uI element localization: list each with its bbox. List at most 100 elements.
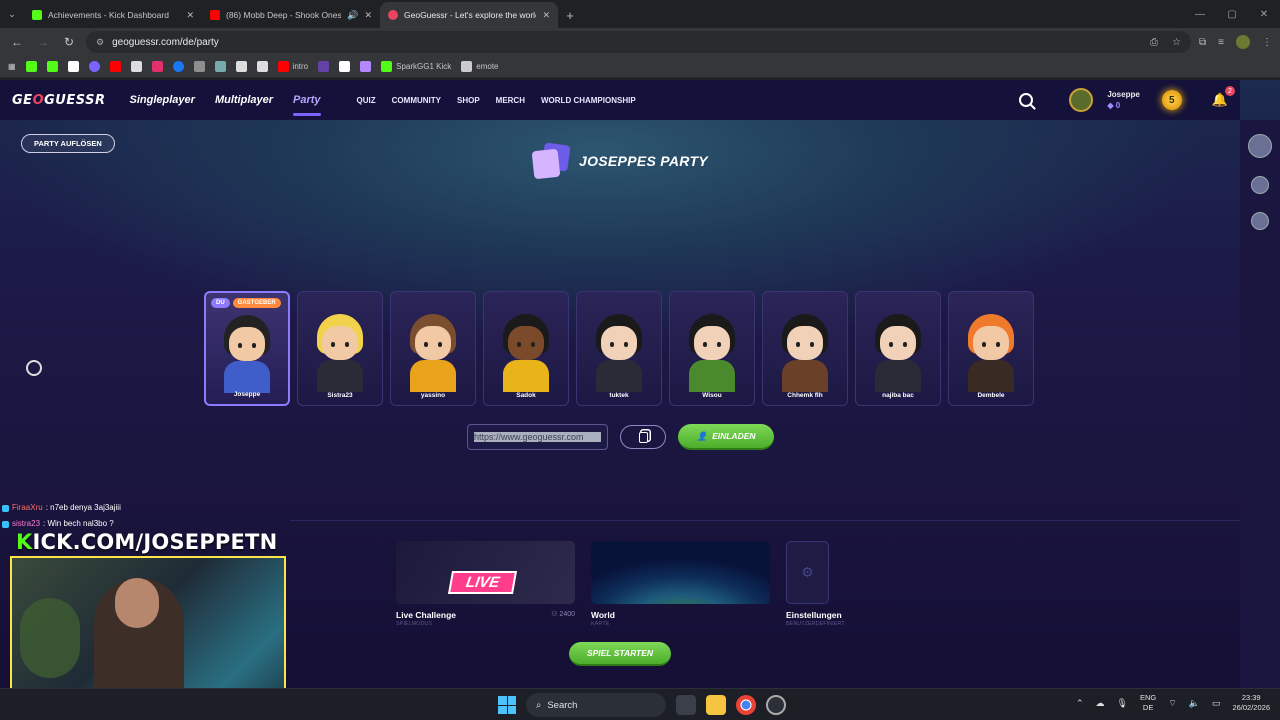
search-icon[interactable]: [1019, 93, 1034, 107]
game-mode-card[interactable]: LIVE Live Challenge ⚇ 2400 SPIELMODUS: [396, 541, 575, 627]
level-badge[interactable]: 5: [1161, 90, 1182, 110]
maximize-icon[interactable]: ▢: [1216, 0, 1248, 28]
nav-merch[interactable]: MERCH: [496, 96, 525, 105]
geoguessr-logo[interactable]: GEOGUESSR: [12, 93, 106, 108]
task-view-icon[interactable]: [676, 695, 696, 715]
bookmark-sparkgg1-kick[interactable]: SparkGG1 Kick: [381, 61, 451, 72]
tray-chevron-icon[interactable]: ⌃: [1076, 698, 1084, 709]
map-card[interactable]: World KARTE: [591, 541, 770, 627]
nav-singleplayer[interactable]: Singleplayer: [130, 94, 195, 106]
bookmark-item[interactable]: [256, 61, 268, 72]
browser-menu-icon[interactable]: ⋮: [1262, 37, 1272, 48]
nav-community[interactable]: COMMUNITY: [392, 96, 441, 105]
windows-start-icon[interactable]: [498, 696, 516, 714]
wifi-icon[interactable]: ⌔: [1168, 698, 1176, 709]
tab-youtube[interactable]: (86) Mobb Deep - Shook Ones 🔊 ✕: [202, 2, 380, 28]
nav-shop[interactable]: SHOP: [457, 96, 480, 105]
taskbar-search[interactable]: ⌕ Search: [526, 693, 666, 717]
url-field[interactable]: ⚙ geoguessr.com/de/party ⎙ ☆: [86, 31, 1192, 53]
tab-geoguessr[interactable]: GeoGuessr - Let's explore the world! ✕: [380, 2, 558, 28]
stream-chat-overlay: FiraaXru : n7eb denya 3aj3ajiii sistra23…: [0, 500, 290, 532]
bookmark-item[interactable]: [88, 61, 100, 72]
bookmark-item[interactable]: [214, 61, 226, 72]
player-card[interactable]: najiba bac: [855, 291, 941, 406]
new-tab-icon[interactable]: +: [558, 2, 582, 28]
nav-multiplayer[interactable]: Multiplayer: [215, 94, 273, 106]
player-card[interactable]: Dembele: [948, 291, 1034, 406]
bookmark-item[interactable]: [360, 61, 372, 72]
map-title: World: [591, 610, 770, 620]
player-tags: DU GASTGEBER: [211, 298, 281, 308]
invite-button[interactable]: 👤 EINLADEN: [678, 424, 774, 450]
friend-avatar[interactable]: [1251, 176, 1269, 194]
reload-icon[interactable]: ↻: [60, 35, 78, 49]
close-tab-icon[interactable]: ✕: [364, 10, 372, 21]
bookmark-item[interactable]: [235, 61, 247, 72]
tab-search-icon[interactable]: ⌄: [0, 0, 24, 28]
bookmark-item[interactable]: [151, 61, 163, 72]
bookmark-intro[interactable]: intro: [277, 61, 308, 72]
language-bottom: DE: [1142, 703, 1154, 712]
bookmark-item[interactable]: [193, 61, 205, 72]
close-tab-icon[interactable]: ✕: [186, 10, 194, 21]
nav-party[interactable]: Party: [293, 94, 321, 116]
user-avatar[interactable]: [1069, 88, 1094, 112]
bookmark-item[interactable]: [339, 61, 351, 72]
player-card[interactable]: Chhemk flh: [762, 291, 848, 406]
copy-link-button[interactable]: [620, 425, 666, 449]
close-tab-icon[interactable]: ✕: [542, 10, 550, 21]
clock[interactable]: 23:39 26/02/2026: [1232, 693, 1270, 713]
apps-grid-icon[interactable]: ▦: [8, 62, 16, 71]
forward-icon[interactable]: →: [34, 35, 52, 49]
cloud-icon[interactable]: ☁: [1096, 698, 1105, 709]
username: Joseppe: [1107, 90, 1140, 99]
player-avatar: [774, 314, 836, 392]
language-indicator[interactable]: ENG DE: [1140, 693, 1156, 713]
reading-list-icon[interactable]: ≡: [1218, 37, 1224, 48]
player-card[interactable]: Wisou: [669, 291, 755, 406]
bookmark-star-icon[interactable]: ☆: [1172, 37, 1181, 48]
friend-avatar[interactable]: [1251, 212, 1269, 230]
start-game-button[interactable]: SPIEL STARTEN: [569, 642, 671, 666]
bookmark-item[interactable]: [130, 61, 142, 72]
bookmark-item[interactable]: [172, 61, 184, 72]
player-card[interactable]: Sadok: [483, 291, 569, 406]
nav-world-championship[interactable]: WORLD CHAMPIONSHIP: [541, 96, 636, 105]
tab-kick-dashboard[interactable]: Achievements - Kick Dashboard ✕: [24, 2, 202, 28]
friend-avatar[interactable]: [1248, 134, 1272, 158]
bookmark-item[interactable]: [318, 61, 330, 72]
game-mode-name: Live Challenge: [396, 610, 456, 620]
language-top: ENG: [1139, 693, 1157, 702]
disband-party-button[interactable]: PARTY AUFLÖSEN: [21, 134, 115, 153]
volume-icon[interactable]: 🔈: [1189, 698, 1200, 709]
chat-icon[interactable]: [26, 360, 42, 376]
bookmark-item[interactable]: [25, 61, 37, 72]
settings-card[interactable]: ⚙ Einstellungen BENUTZERDEFINIERT: [786, 541, 845, 627]
player-card[interactable]: Sistra23: [297, 291, 383, 406]
audio-icon[interactable]: 🔊: [347, 10, 358, 21]
kick-channel-banner: KICK.COM/JOSEPPETN: [16, 530, 277, 554]
nav-quiz[interactable]: QUIZ: [357, 96, 376, 105]
profile-avatar[interactable]: [1236, 35, 1250, 49]
player-card[interactable]: DU GASTGEBER Joseppe: [204, 291, 290, 406]
minimize-icon[interactable]: —: [1184, 0, 1216, 28]
obs-icon[interactable]: [766, 695, 786, 715]
bookmark-item[interactable]: [109, 61, 121, 72]
install-app-icon[interactable]: ⎙: [1150, 37, 1158, 48]
extensions-icon[interactable]: ⧉: [1199, 37, 1206, 48]
chrome-icon[interactable]: [736, 695, 756, 715]
invite-link-field[interactable]: https://www.geoguessr.com: [467, 424, 608, 450]
player-card[interactable]: yassino: [390, 291, 476, 406]
notification-bell-icon[interactable]: 🔔 2: [1212, 86, 1235, 108]
file-explorer-icon[interactable]: [706, 695, 726, 715]
back-icon[interactable]: ←: [8, 35, 26, 49]
bookmark-item[interactable]: [46, 61, 58, 72]
close-window-icon[interactable]: ✕: [1248, 0, 1280, 28]
microphone-icon[interactable]: 🎙: [1117, 698, 1128, 709]
battery-icon[interactable]: ▭: [1212, 698, 1221, 709]
bookmark-item[interactable]: [67, 61, 79, 72]
player-card[interactable]: tuktek: [576, 291, 662, 406]
bookmark-emote[interactable]: emote: [461, 61, 499, 72]
site-info-icon[interactable]: ⚙: [96, 37, 104, 48]
user-info[interactable]: Joseppe ◆ 0: [1107, 89, 1139, 111]
